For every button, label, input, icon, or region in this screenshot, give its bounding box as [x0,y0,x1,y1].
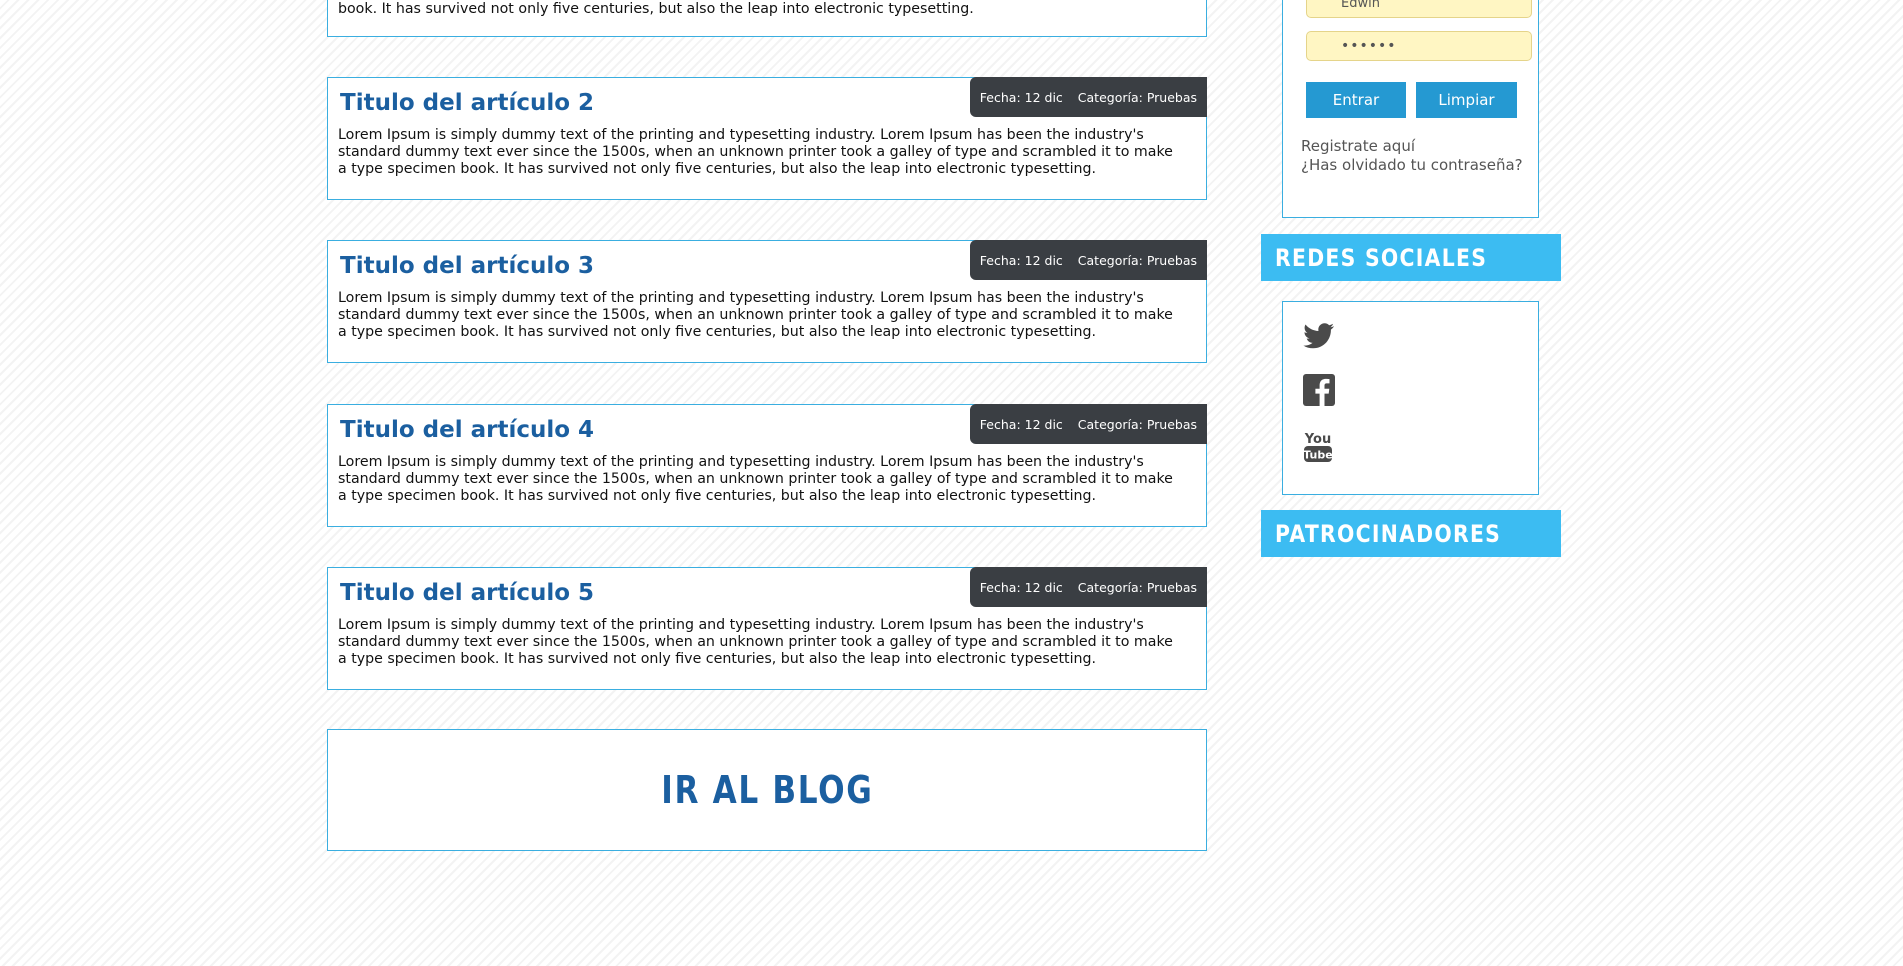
article-category: Categoría: Pruebas [1077,89,1197,105]
social-section-title: REDES SOCIALES [1275,243,1488,272]
article-excerpt: Lorem Ipsum is simply dummy text of the … [338,454,1173,504]
forgot-password-link[interactable]: ¿Has olvidado tu contraseña? [1301,156,1523,174]
article-meta-badge: Fecha: 12 dic Categoría: Pruebas [969,77,1207,117]
social-section-header: REDES SOCIALES [1261,234,1561,281]
twitter-icon[interactable] [1303,323,1335,353]
article-card-4: Titulo del artículo 4 Fecha: 12 dic Cate… [327,404,1207,527]
blog-link-box[interactable]: IR AL BLOG [327,729,1207,851]
article-excerpt: book. It has survived not only five cent… [338,1,974,17]
article-meta-badge: Fecha: 12 dic Categoría: Pruebas [969,567,1207,607]
article-date: Fecha: 12 dic [979,416,1063,432]
article-date: Fecha: 12 dic [979,579,1063,595]
article-card-2: Titulo del artículo 2 Fecha: 12 dic Cate… [327,77,1207,200]
username-field[interactable] [1306,0,1532,18]
article-title-link[interactable]: Titulo del artículo 4 [340,417,594,443]
clear-button[interactable]: Limpiar [1416,82,1517,118]
login-button[interactable]: Entrar [1306,82,1406,118]
article-category: Categoría: Pruebas [1077,252,1197,268]
social-links-panel: You Tube [1282,301,1539,495]
article-title-link[interactable]: Titulo del artículo 5 [340,580,594,606]
youtube-icon[interactable]: You Tube [1303,429,1333,467]
go-to-blog-link[interactable]: IR AL BLOG [661,768,873,812]
svg-text:You: You [1304,432,1331,447]
article-title-link[interactable]: Titulo del artículo 2 [340,90,594,116]
article-card-5: Titulo del artículo 5 Fecha: 12 dic Cate… [327,567,1207,690]
register-link[interactable]: Registrate aquí [1301,137,1415,155]
article-excerpt: Lorem Ipsum is simply dummy text of the … [338,127,1173,177]
article-excerpt: Lorem Ipsum is simply dummy text of the … [338,290,1173,340]
svg-text:Tube: Tube [1303,449,1332,462]
article-card-3: Titulo del artículo 3 Fecha: 12 dic Cate… [327,240,1207,363]
sponsors-section-header: PATROCINADORES [1261,510,1561,557]
article-date: Fecha: 12 dic [979,89,1063,105]
article-excerpt: Lorem Ipsum is simply dummy text of the … [338,617,1173,667]
article-date: Fecha: 12 dic [979,252,1063,268]
article-card-1: book. It has survived not only five cent… [327,0,1207,37]
article-category: Categoría: Pruebas [1077,416,1197,432]
sponsors-section-title: PATROCINADORES [1275,519,1502,548]
article-title-link[interactable]: Titulo del artículo 3 [340,253,594,279]
article-meta-badge: Fecha: 12 dic Categoría: Pruebas [969,404,1207,444]
article-meta-badge: Fecha: 12 dic Categoría: Pruebas [969,240,1207,280]
facebook-icon[interactable] [1303,374,1335,410]
login-panel: Entrar Limpiar Registrate aquí ¿Has olvi… [1282,0,1539,218]
password-field[interactable] [1306,31,1532,61]
article-category: Categoría: Pruebas [1077,579,1197,595]
